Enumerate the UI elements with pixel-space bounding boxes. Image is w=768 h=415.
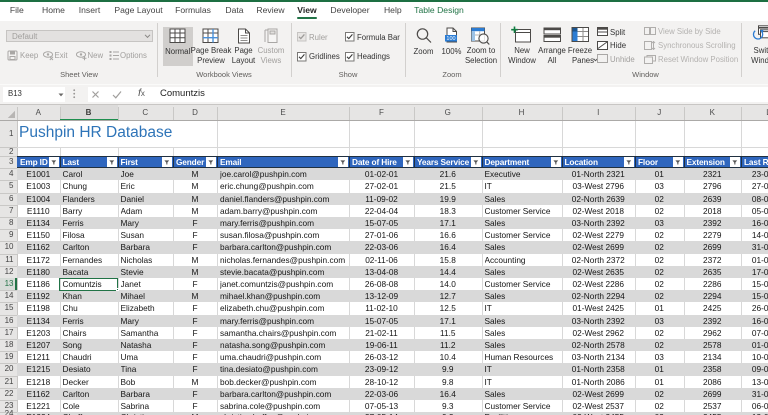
svg-text:100: 100 — [446, 36, 455, 42]
